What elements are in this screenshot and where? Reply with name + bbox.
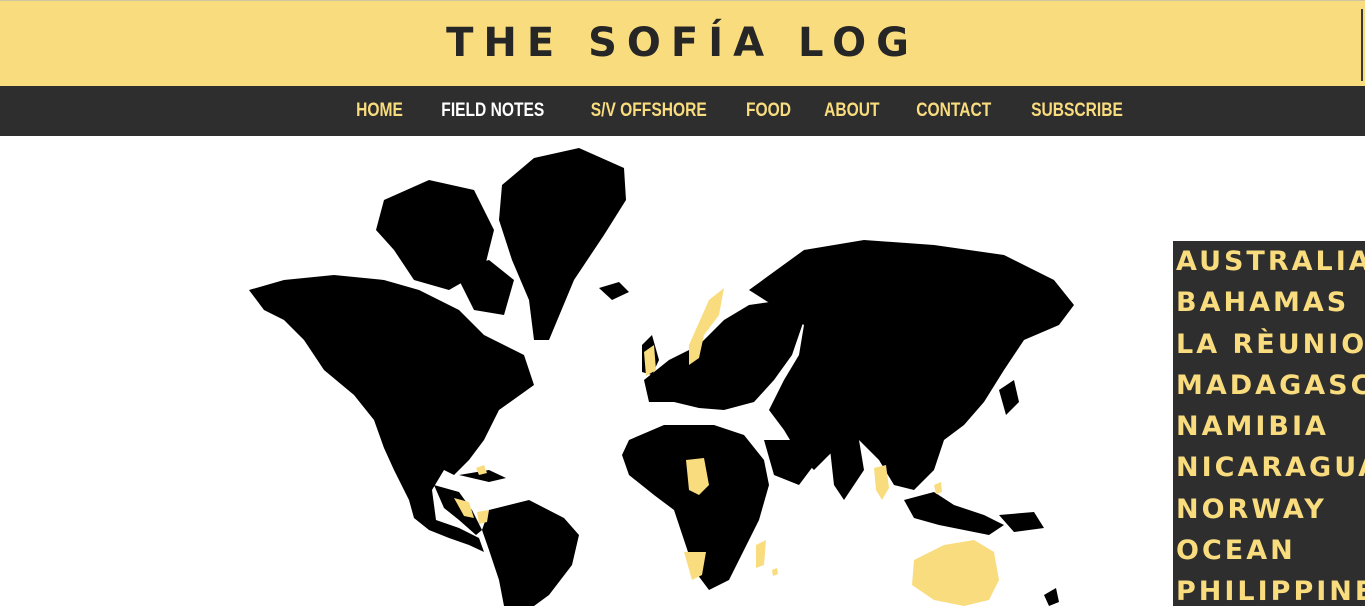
land-se-asia <box>904 492 1004 535</box>
nav-items: HOME FIELD NOTES S/V OFFSHORE FOOD ABOUT… <box>340 86 1144 136</box>
visited-reunion <box>772 568 778 576</box>
country-list: AUSTRALIA BAHAMAS LA RÈUNION MADAGASCAR … <box>1173 241 1365 606</box>
nav-item-sv-offshore[interactable]: S/V OFFSHORE <box>590 100 706 122</box>
land-south-tip <box>1044 588 1059 606</box>
visited-philippines <box>934 482 942 494</box>
nav-item-field-notes[interactable]: FIELD NOTES <box>441 100 544 122</box>
visited-madagascar <box>756 540 766 568</box>
nav-item-home[interactable]: HOME <box>356 100 403 122</box>
land-iceland <box>599 282 629 300</box>
nav-item-subscribe[interactable]: SUBSCRIBE <box>1031 100 1123 122</box>
land-baffin <box>454 260 514 315</box>
nav-item-about[interactable]: ABOUT <box>824 100 879 122</box>
header-edge-divider <box>1361 9 1363 81</box>
country-link-la-reunion[interactable]: LA RÈUNION <box>1173 324 1365 365</box>
map-land <box>249 148 1074 606</box>
country-link-ocean[interactable]: OCEAN <box>1173 530 1365 571</box>
site-header: THE SOFÍA LOG <box>0 0 1365 86</box>
country-link-madagascar[interactable]: MADAGASCAR <box>1173 365 1365 406</box>
land-greenland <box>499 148 626 340</box>
country-link-nicaragua[interactable]: NICARAGUA <box>1173 447 1365 488</box>
country-link-namibia[interactable]: NAMIBIA <box>1173 406 1365 447</box>
land-japan <box>999 380 1019 415</box>
country-link-norway[interactable]: NORWAY <box>1173 489 1365 530</box>
land-india <box>829 440 864 500</box>
country-link-philippines[interactable]: PHILIPPINES <box>1173 571 1365 606</box>
land-new-guinea <box>999 512 1044 532</box>
world-map-svg <box>249 148 1074 606</box>
nav-item-contact[interactable]: CONTACT <box>916 100 991 122</box>
site-title[interactable]: THE SOFÍA LOG <box>0 19 1365 67</box>
country-link-australia[interactable]: AUSTRALIA <box>1173 241 1365 282</box>
nav-item-food[interactable]: FOOD <box>746 100 791 122</box>
land-south-america <box>482 500 579 606</box>
visited-australia <box>912 540 999 606</box>
main-nav: HOME FIELD NOTES S/V OFFSHORE FOOD ABOUT… <box>0 86 1365 136</box>
country-link-bahamas[interactable]: BAHAMAS <box>1173 282 1365 323</box>
world-map[interactable] <box>244 140 1079 606</box>
